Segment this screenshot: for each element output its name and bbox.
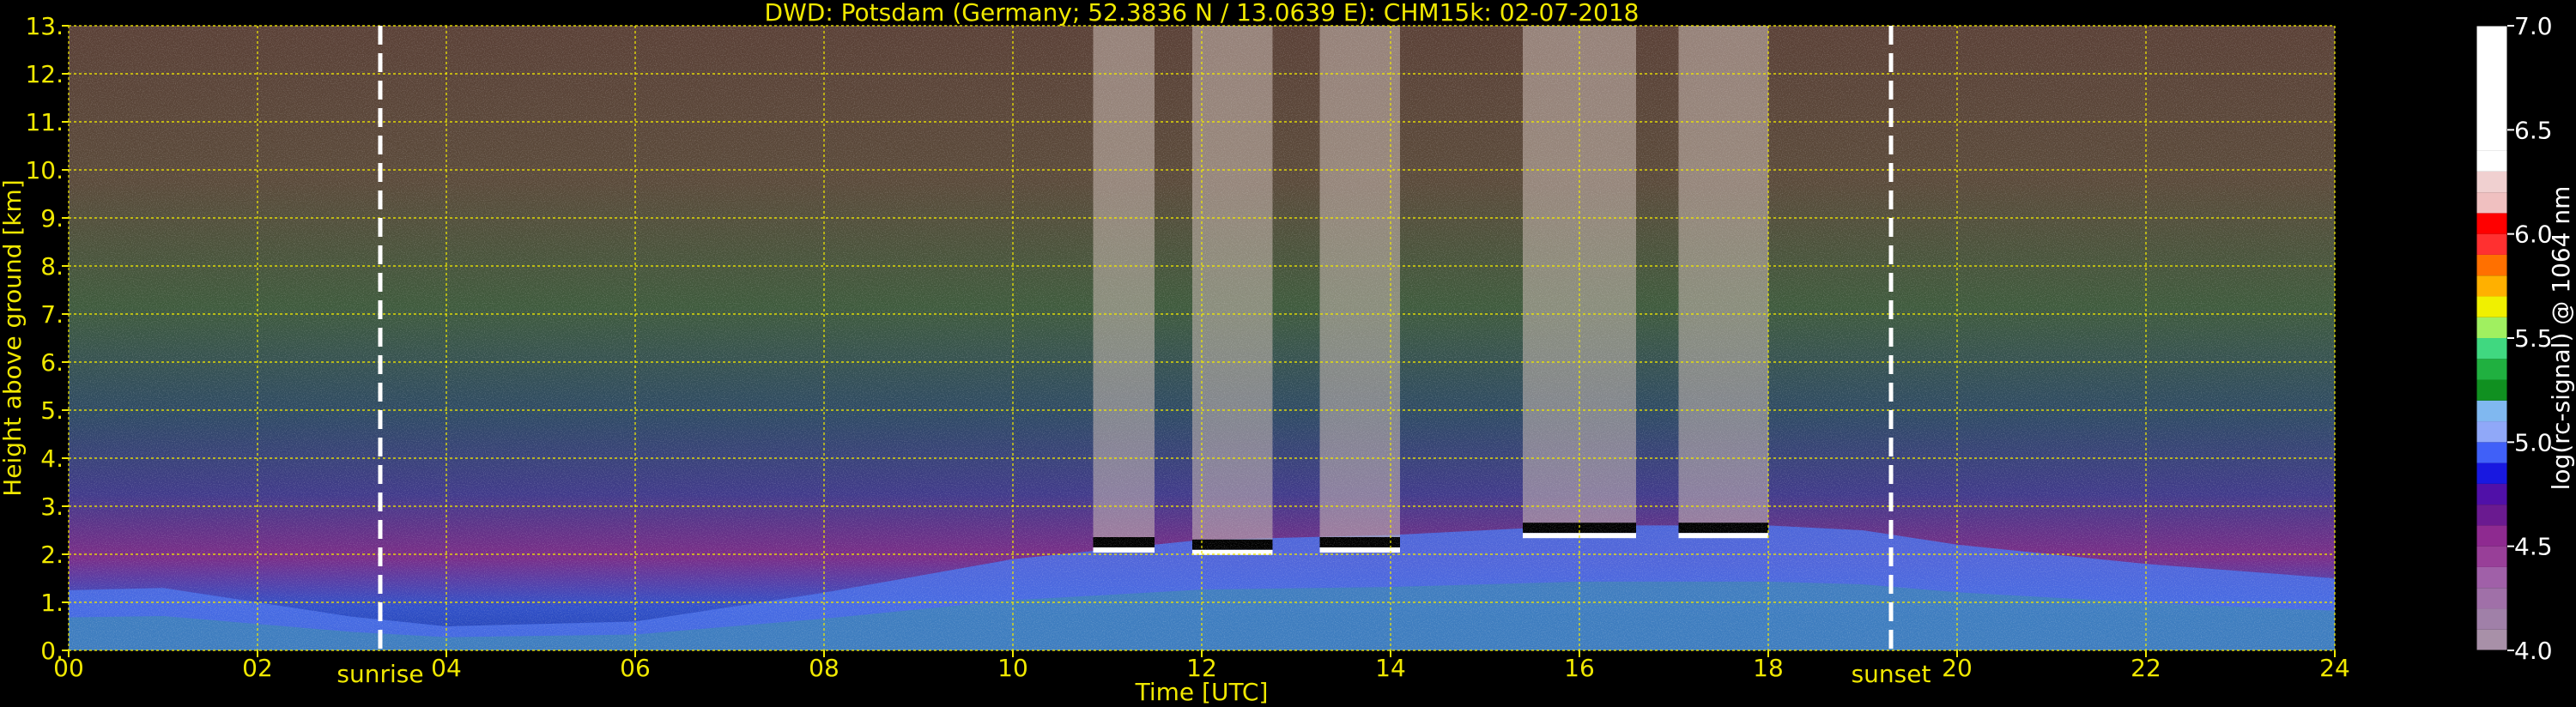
- colorbar-level: [2476, 317, 2507, 338]
- sunrise-label: sunrise: [336, 660, 423, 688]
- y-tick-label: 11.: [25, 108, 64, 136]
- colorbar-level: [2476, 192, 2507, 214]
- colorbar-level: [2476, 338, 2507, 360]
- colorbar-level: [2476, 150, 2507, 172]
- colorbar-level: [2476, 566, 2507, 589]
- x-tick-label: 06: [620, 654, 651, 682]
- y-tick-label: 7.: [40, 300, 64, 329]
- y-tick-label: 13.: [25, 12, 64, 40]
- y-tick-label: 10.: [25, 156, 64, 184]
- chart-title: DWD: Potsdam (Germany; 52.3836 N / 13.06…: [765, 0, 1640, 27]
- ceilometer-chart: sunrise sunset DWD: Potsdam (Germany; 52.…: [0, 0, 2575, 706]
- colorbar-level: [2476, 400, 2507, 422]
- colorbar-tick-label: 4.0: [2514, 637, 2553, 665]
- sunset-label: sunset: [1852, 660, 1931, 688]
- y-axis: 0.1.2.3.4.5.6.7.8.9.10.11.12.13.: [25, 12, 69, 665]
- x-tick-label: 04: [431, 654, 462, 682]
- x-tick-label: 20: [1942, 654, 1973, 682]
- colorbar: 4.04.55.05.56.06.57.0: [2476, 12, 2553, 665]
- y-tick-label: 12.: [25, 60, 64, 88]
- colorbar-level: [2476, 171, 2507, 193]
- colorbar-level: [2476, 359, 2507, 380]
- y-tick-label: 6.: [40, 348, 64, 377]
- colorbar-tick-label: 7.0: [2514, 12, 2553, 40]
- plot-area: sunrise sunset: [68, 25, 2336, 688]
- y-tick-label: 4.: [40, 444, 64, 473]
- colorbar-level: [2476, 233, 2507, 255]
- colorbar-level: [2476, 379, 2507, 401]
- x-tick-label: 22: [2131, 654, 2161, 682]
- x-tick-label: 24: [2319, 654, 2350, 682]
- colorbar-level: [2476, 254, 2507, 276]
- x-tick-label: 14: [1375, 654, 1406, 682]
- colorbar-level: [2476, 588, 2507, 609]
- colorbar-level: [2476, 629, 2507, 650]
- y-tick-label: 1.: [40, 589, 64, 617]
- colorbar-level: [2476, 525, 2507, 547]
- colorbar-tick-label: 4.5: [2514, 533, 2553, 561]
- x-axis-label: Time [UTC]: [1135, 678, 1269, 706]
- colorbar-label: log(rc-signal) @ 1064 nm: [2547, 186, 2575, 491]
- colorbar-level: [2476, 462, 2507, 484]
- y-tick-label: 2.: [40, 541, 64, 569]
- y-tick-label: 9.: [40, 204, 64, 233]
- y-tick-label: 5.: [40, 396, 64, 425]
- y-tick-label: 8.: [40, 252, 64, 281]
- x-tick-label: 10: [997, 654, 1028, 682]
- colorbar-tick-label: 6.5: [2514, 116, 2553, 144]
- colorbar-level: [2476, 26, 2507, 151]
- colorbar-level: [2476, 483, 2507, 505]
- x-tick-label: 18: [1753, 654, 1784, 682]
- colorbar-level: [2476, 421, 2507, 443]
- colorbar-level: [2476, 213, 2507, 234]
- x-tick-label: 16: [1564, 654, 1595, 682]
- colorbar-level: [2476, 546, 2507, 567]
- x-tick-label: 00: [53, 654, 84, 682]
- y-axis-label: Height above ground [km]: [0, 179, 27, 497]
- colorbar-level: [2476, 275, 2507, 297]
- x-tick-label: 08: [809, 654, 839, 682]
- colorbar-level: [2476, 442, 2507, 463]
- colorbar-level: [2476, 505, 2507, 526]
- colorbar-level: [2476, 608, 2507, 630]
- colorbar-level: [2476, 296, 2507, 317]
- y-tick-label: 3.: [40, 492, 64, 521]
- x-tick-label: 02: [242, 654, 273, 682]
